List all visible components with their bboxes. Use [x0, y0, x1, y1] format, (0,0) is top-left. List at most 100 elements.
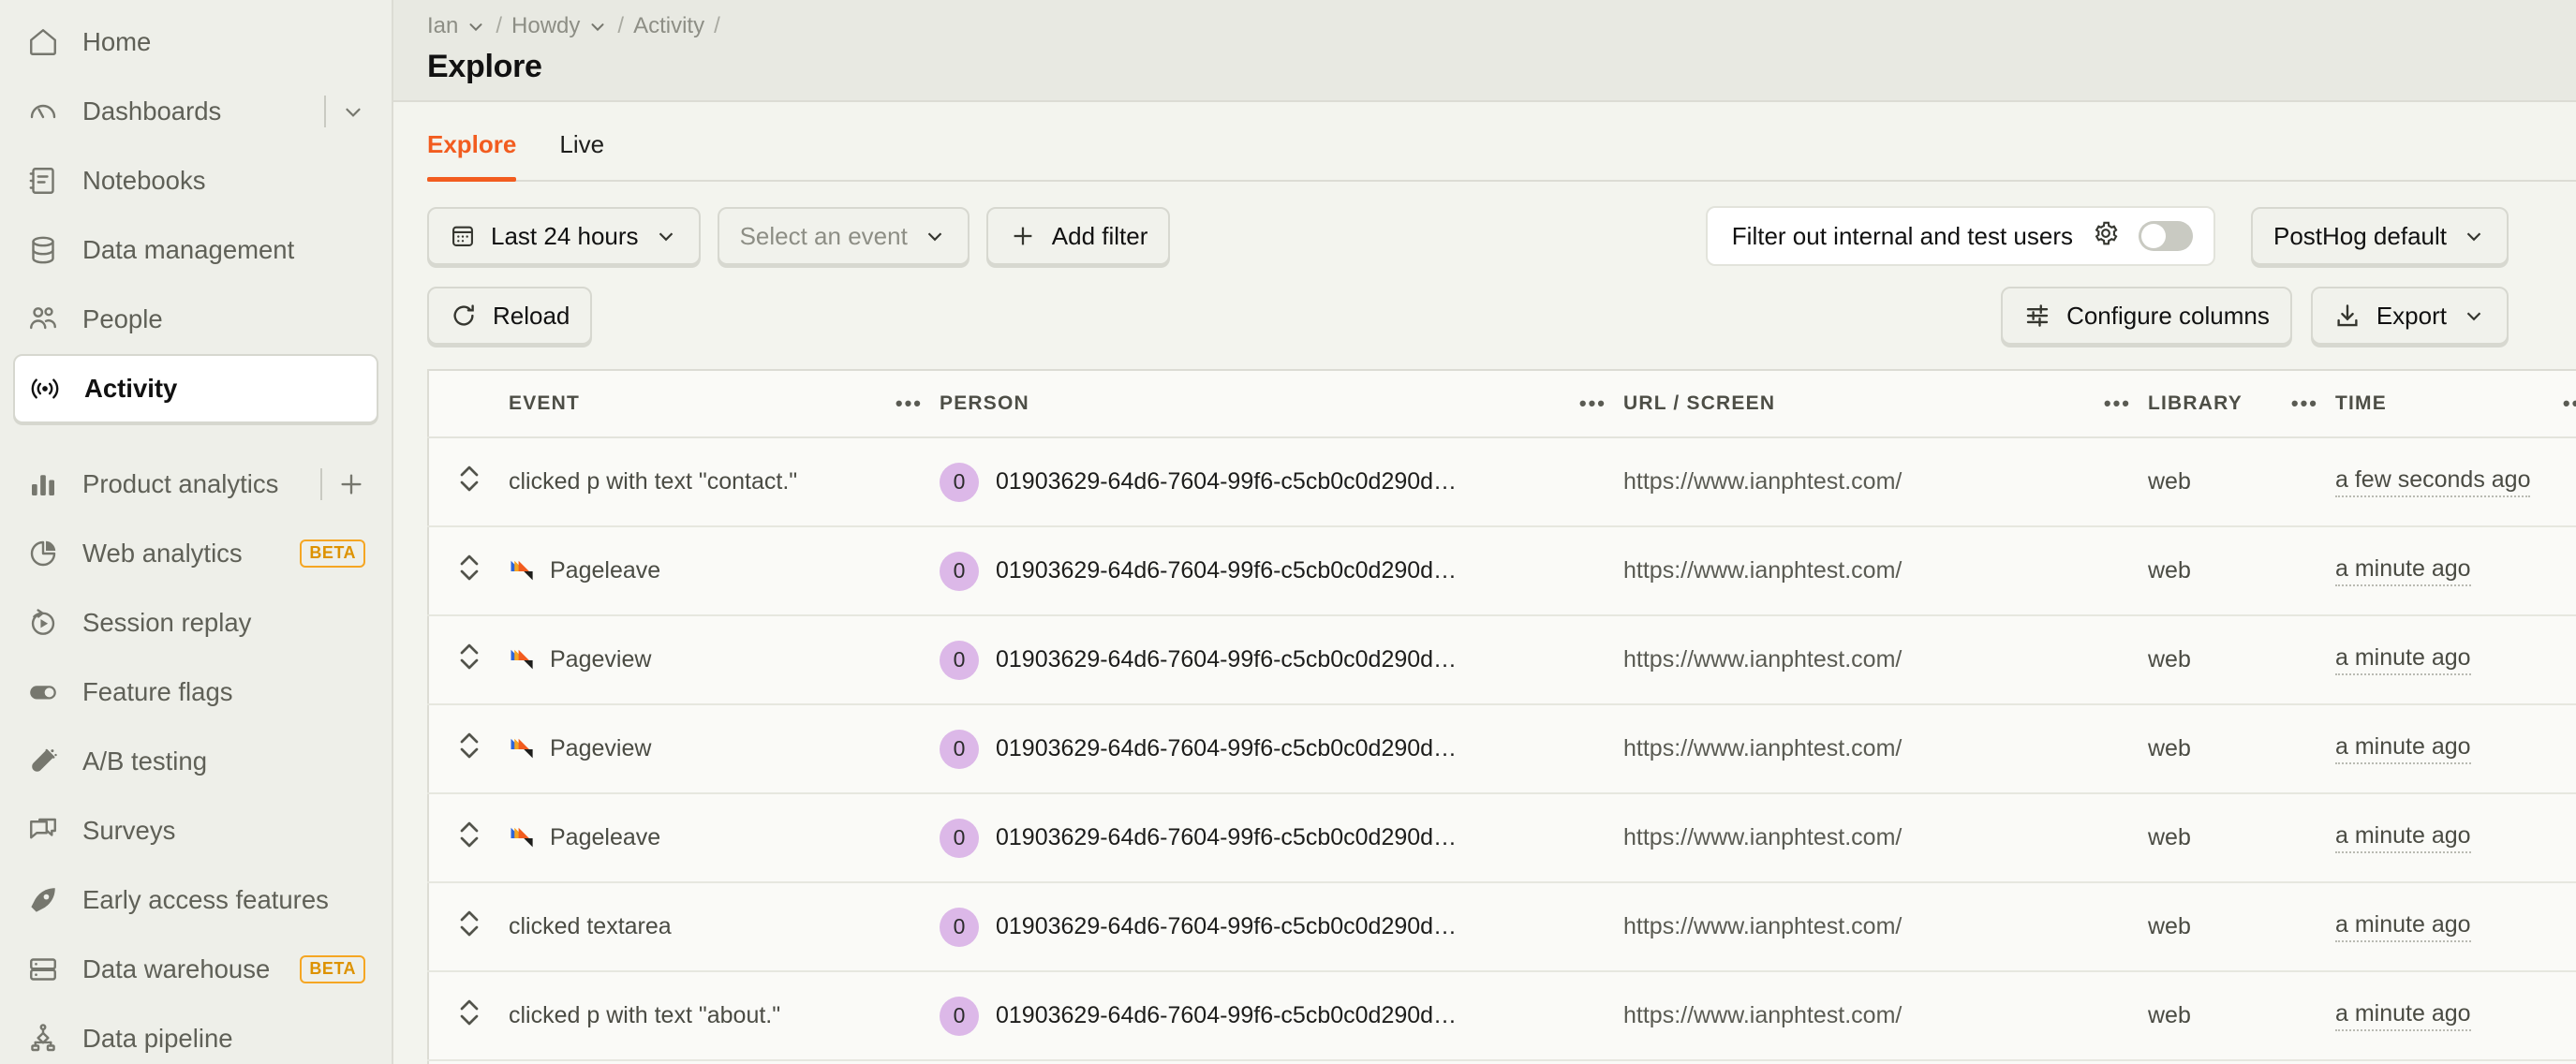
column-menu-event[interactable]: ••• — [896, 392, 923, 416]
sidebar-item-surveys[interactable]: Surveys — [13, 796, 378, 865]
column-header-time: TIME ••• — [2335, 370, 2576, 438]
column-menu-time[interactable]: ••• — [2563, 392, 2576, 416]
person-id[interactable]: 01903629-64d6-7604-99f6-c5cb0c0d290d… — [996, 646, 1457, 673]
sidebar-item-trailing — [320, 468, 365, 500]
table-row[interactable]: clicked p with text "contact." 0 01903629-… — [428, 437, 2576, 527]
breadcrumb-item-activity[interactable]: Activity — [633, 13, 704, 39]
event-label[interactable]: clicked p with text "about." — [509, 1002, 780, 1029]
event-label[interactable]: Pageleave — [550, 557, 660, 584]
table-row[interactable]: Pageview001903629-64d6-7604-99f6-c5cb0c0… — [428, 615, 2576, 705]
url-link[interactable]: https://www.ianphtest.com/ — [1623, 735, 1902, 761]
library-label: web — [2148, 735, 2191, 761]
sidebar-item-home[interactable]: Home — [13, 7, 378, 77]
library-label: web — [2148, 824, 2191, 850]
breadcrumb-item-ian[interactable]: Ian — [427, 13, 486, 39]
time-label: a minute ago — [2335, 911, 2471, 942]
chevron-down-icon — [2462, 303, 2486, 328]
sidebar-item-activity[interactable]: Activity — [13, 354, 378, 423]
internal-users-filter[interactable]: Filter out internal and test users — [1705, 206, 2215, 266]
sidebar-primary-nav: Home Dashboards Notebooks Data management Pe… — [13, 7, 378, 423]
tab-explore[interactable]: Explore — [427, 102, 517, 182]
chevron-down-icon[interactable] — [341, 99, 365, 124]
plus-icon[interactable] — [337, 470, 365, 498]
home-icon — [24, 23, 62, 61]
expand-row-icon[interactable] — [454, 727, 484, 764]
tab-underline — [427, 180, 2576, 182]
export-button[interactable]: Export — [2310, 287, 2509, 345]
event-select-button[interactable]: Select an event — [717, 207, 970, 265]
person-id[interactable]: 01903629-64d6-7604-99f6-c5cb0c0d290d… — [996, 468, 1457, 495]
person-cell: 0 01903629-64d6-7604-99f6-c5cb0c0d290d… — [940, 882, 1623, 972]
column-header-event: EVENT ••• — [509, 370, 940, 438]
person-id[interactable]: 01903629-64d6-7604-99f6-c5cb0c0d290d… — [996, 1002, 1457, 1029]
sidebar-item-data-warehouse[interactable]: Data warehouse BETA — [13, 935, 378, 1004]
expand-row-icon[interactable] — [454, 905, 484, 942]
sidebar-item-notebooks[interactable]: Notebooks — [13, 146, 378, 215]
expand-row-cell — [428, 1060, 509, 1064]
person-id[interactable]: 01903629-64d6-7604-99f6-c5cb0c0d290d… — [996, 735, 1457, 762]
sidebar-item-session-replay[interactable]: Session replay — [13, 588, 378, 658]
url-link[interactable]: https://www.ianphtest.com/ — [1623, 824, 1902, 850]
person-id[interactable]: 01903629-64d6-7604-99f6-c5cb0c0d290d… — [996, 557, 1457, 584]
table-row[interactable]: Pageview001903629-64d6-7604-99f6-c5cb0c0… — [428, 704, 2576, 794]
property-group-button[interactable]: PostHog default — [2250, 207, 2509, 265]
event-label[interactable]: clicked textarea — [509, 913, 672, 940]
sidebar-item-data-management[interactable]: Data management — [13, 215, 378, 285]
url-link[interactable]: https://www.ianphtest.com/ — [1623, 1002, 1902, 1028]
configure-columns-button[interactable]: Configure columns — [2001, 287, 2292, 345]
column-menu-library[interactable]: ••• — [2291, 392, 2318, 416]
rocket-icon — [24, 881, 62, 919]
sidebar-item-product-analytics[interactable]: Product analytics — [13, 450, 378, 519]
date-range-button[interactable]: Last 24 hours — [427, 207, 701, 265]
expand-row-cell — [428, 437, 509, 527]
sidebar-item-feature-flags[interactable]: Feature flags — [13, 658, 378, 727]
expand-row-icon[interactable] — [454, 638, 484, 675]
table-row[interactable]: clicked textarea 0 01903629-64d6-7604-99f6… — [428, 882, 2576, 972]
person-cell: 0 01903629-64d6-7604-99f6-c5cb0c0d290d… — [940, 971, 1623, 1061]
table-row[interactable]: Pageview001903629-64d6-7604-99f6-c5cb0c0… — [428, 1060, 2576, 1064]
sidebar-item-trailing: BETA — [300, 955, 365, 983]
expand-row-icon[interactable] — [454, 460, 484, 497]
column-menu-url[interactable]: ••• — [2104, 392, 2131, 416]
column-menu-person[interactable]: ••• — [1579, 392, 1606, 416]
expand-row-icon[interactable] — [454, 994, 484, 1031]
person-id[interactable]: 01903629-64d6-7604-99f6-c5cb0c0d290d… — [996, 824, 1457, 851]
url-link[interactable]: https://www.ianphtest.com/ — [1623, 468, 1902, 495]
library-label: web — [2148, 646, 2191, 672]
event-label[interactable]: Pageview — [550, 735, 651, 762]
column-header-label: TIME — [2335, 392, 2387, 414]
time-cell: a minute ago — [2335, 615, 2576, 705]
sidebar-item-label: Surveys — [82, 816, 176, 845]
chevron-down-icon[interactable] — [466, 16, 486, 37]
sidebar-item-data-pipeline[interactable]: Data pipeline — [13, 1004, 378, 1064]
url-link[interactable]: https://www.ianphtest.com/ — [1623, 646, 1902, 672]
breadcrumb-separator: / — [714, 13, 720, 38]
table-row[interactable]: Pageleave 0 01903629-64d6-7604-99f6-c5cb0c… — [428, 526, 2576, 616]
sidebar-item-early-access-features[interactable]: Early access features — [13, 865, 378, 935]
sidebar-item-dashboards[interactable]: Dashboards — [13, 77, 378, 146]
chevron-down-icon[interactable] — [587, 16, 608, 37]
person-id[interactable]: 01903629-64d6-7604-99f6-c5cb0c0d290d… — [996, 913, 1457, 940]
reload-button[interactable]: Reload — [427, 287, 593, 345]
chat-icon — [24, 812, 62, 850]
gear-icon[interactable] — [2092, 219, 2120, 254]
event-label[interactable]: Pageview — [550, 646, 651, 673]
column-header-library: LIBRARY ••• — [2148, 370, 2335, 438]
event-label[interactable]: Pageleave — [550, 824, 660, 851]
event-label[interactable]: clicked p with text "contact." — [509, 468, 797, 495]
url-link[interactable]: https://www.ianphtest.com/ — [1623, 557, 1902, 584]
table-row[interactable]: clicked p with text "about." 0 01903629-64… — [428, 971, 2576, 1061]
sidebar-item-web-analytics[interactable]: Web analytics BETA — [13, 519, 378, 588]
expand-row-icon[interactable] — [454, 816, 484, 853]
internal-users-toggle[interactable] — [2138, 221, 2193, 251]
tab-live[interactable]: Live — [559, 102, 604, 180]
add-filter-button[interactable]: Add filter — [985, 207, 1171, 265]
library-cell: web — [2148, 615, 2335, 705]
expand-row-icon[interactable] — [454, 549, 484, 586]
table-row[interactable]: Pageleave 0 01903629-64d6-7604-99f6-c5cb0c… — [428, 793, 2576, 883]
url-link[interactable]: https://www.ianphtest.com/ — [1623, 913, 1902, 939]
breadcrumb-item-howdy[interactable]: Howdy — [511, 13, 608, 39]
sidebar-item-divider — [320, 468, 322, 500]
sidebar-item-people[interactable]: People — [13, 285, 378, 354]
sidebar-item-a-b-testing[interactable]: A/B testing — [13, 727, 378, 796]
